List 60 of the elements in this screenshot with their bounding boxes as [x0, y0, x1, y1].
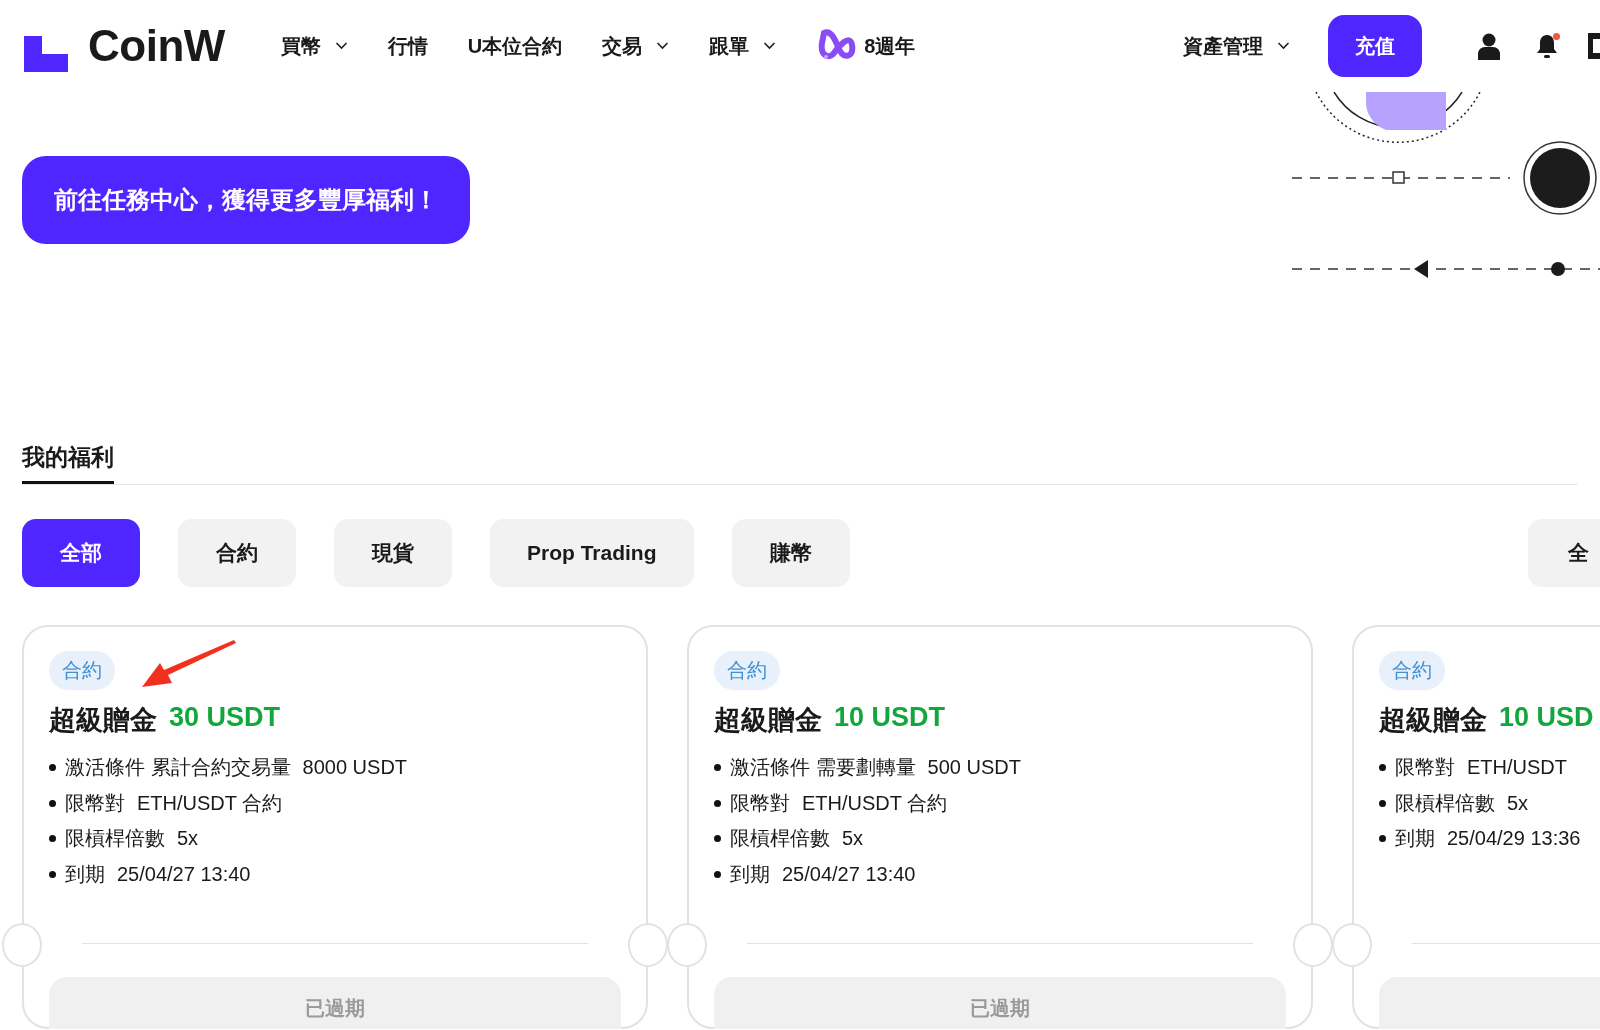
condition-label: 限幣對 [65, 790, 125, 816]
condition-value: 25/04/29 13:36 [1447, 827, 1581, 851]
nav-item[interactable]: U本位合約 [467, 32, 563, 60]
filter-tab[interactable]: 合約 [178, 519, 296, 587]
filter-dropdown[interactable]: 全 [1528, 519, 1600, 587]
nav-item[interactable]: 交易 [602, 32, 670, 60]
condition-value: 8000 USDT [302, 756, 408, 780]
bullet-icon [49, 764, 56, 772]
bullet-icon [714, 764, 721, 772]
bullet-icon [49, 835, 56, 843]
condition-value: 500 USDT [927, 756, 1021, 780]
category-tag: 合約 [49, 651, 115, 690]
condition-value: 25/04/27 13:40 [782, 862, 916, 886]
category-tag: 合約 [714, 651, 780, 690]
condition-label: 激活條件 累計合約交易量 [65, 755, 291, 781]
asset-menu[interactable]: 資產管理 [1183, 32, 1290, 60]
condition-value: ETH/USDT 合約 [802, 790, 948, 816]
nav-item[interactable]: 買幣 [280, 32, 348, 60]
condition-label: 限幣對 [730, 790, 790, 816]
bell-icon[interactable] [1536, 33, 1558, 59]
user-icon[interactable] [1478, 32, 1500, 60]
condition-label: 限槓桿倍數 [1395, 790, 1495, 816]
bullet-icon [714, 835, 721, 843]
reward-title: 超級贈金 [714, 704, 822, 737]
category-tag: 合約 [1379, 651, 1445, 690]
condition-label: 到期 [1395, 826, 1435, 852]
condition-label: 限幣對 [1395, 755, 1455, 781]
reward-title: 超級贈金 [1379, 704, 1487, 737]
reward-title: 超級贈金 [49, 704, 157, 737]
filter-tab[interactable]: 全部 [22, 519, 140, 587]
condition-value: 25/04/27 13:40 [117, 862, 251, 886]
filter-tab[interactable]: 現貨 [334, 519, 452, 587]
nav-item[interactable]: 行情 [387, 32, 428, 60]
nav-item[interactable]: 跟單 [709, 32, 777, 60]
filter-tab[interactable]: Prop Trading [490, 519, 694, 587]
condition-label: 限槓桿倍數 [730, 826, 830, 852]
bullet-icon [1379, 835, 1386, 843]
filter-tab[interactable]: 賺幣 [731, 519, 850, 587]
task-center-button[interactable]: 前往任務中心，獲得更多豐厚福利！ [22, 156, 470, 244]
reward-amount: 30 USDT [169, 702, 281, 734]
logo-text: CoinW [88, 21, 225, 71]
bullet-icon [49, 870, 56, 878]
condition-value: ETH/USDT 合約 [137, 790, 283, 816]
condition-label: 限槓桿倍數 [65, 826, 165, 852]
condition-value: 5x [1507, 791, 1529, 815]
condition-label: 激活條件 需要劃轉量 [730, 755, 916, 781]
condition-value: 5x [842, 827, 864, 851]
bullet-icon [1379, 764, 1386, 772]
reward-amount: 10 USD [1499, 702, 1594, 734]
bullet-icon [714, 799, 721, 807]
nav-item[interactable]: 8週年 [816, 27, 916, 65]
reward-amount: 10 USDT [834, 702, 946, 734]
condition-label: 到期 [730, 861, 770, 887]
bullet-icon [49, 799, 56, 807]
condition-label: 到期 [65, 861, 105, 887]
bullet-icon [714, 870, 721, 878]
bullet-icon [1379, 799, 1386, 807]
condition-value: 5x [177, 827, 199, 851]
deposit-button[interactable]: 充值 [1328, 15, 1422, 77]
condition-value: ETH/USDT [1467, 756, 1567, 780]
